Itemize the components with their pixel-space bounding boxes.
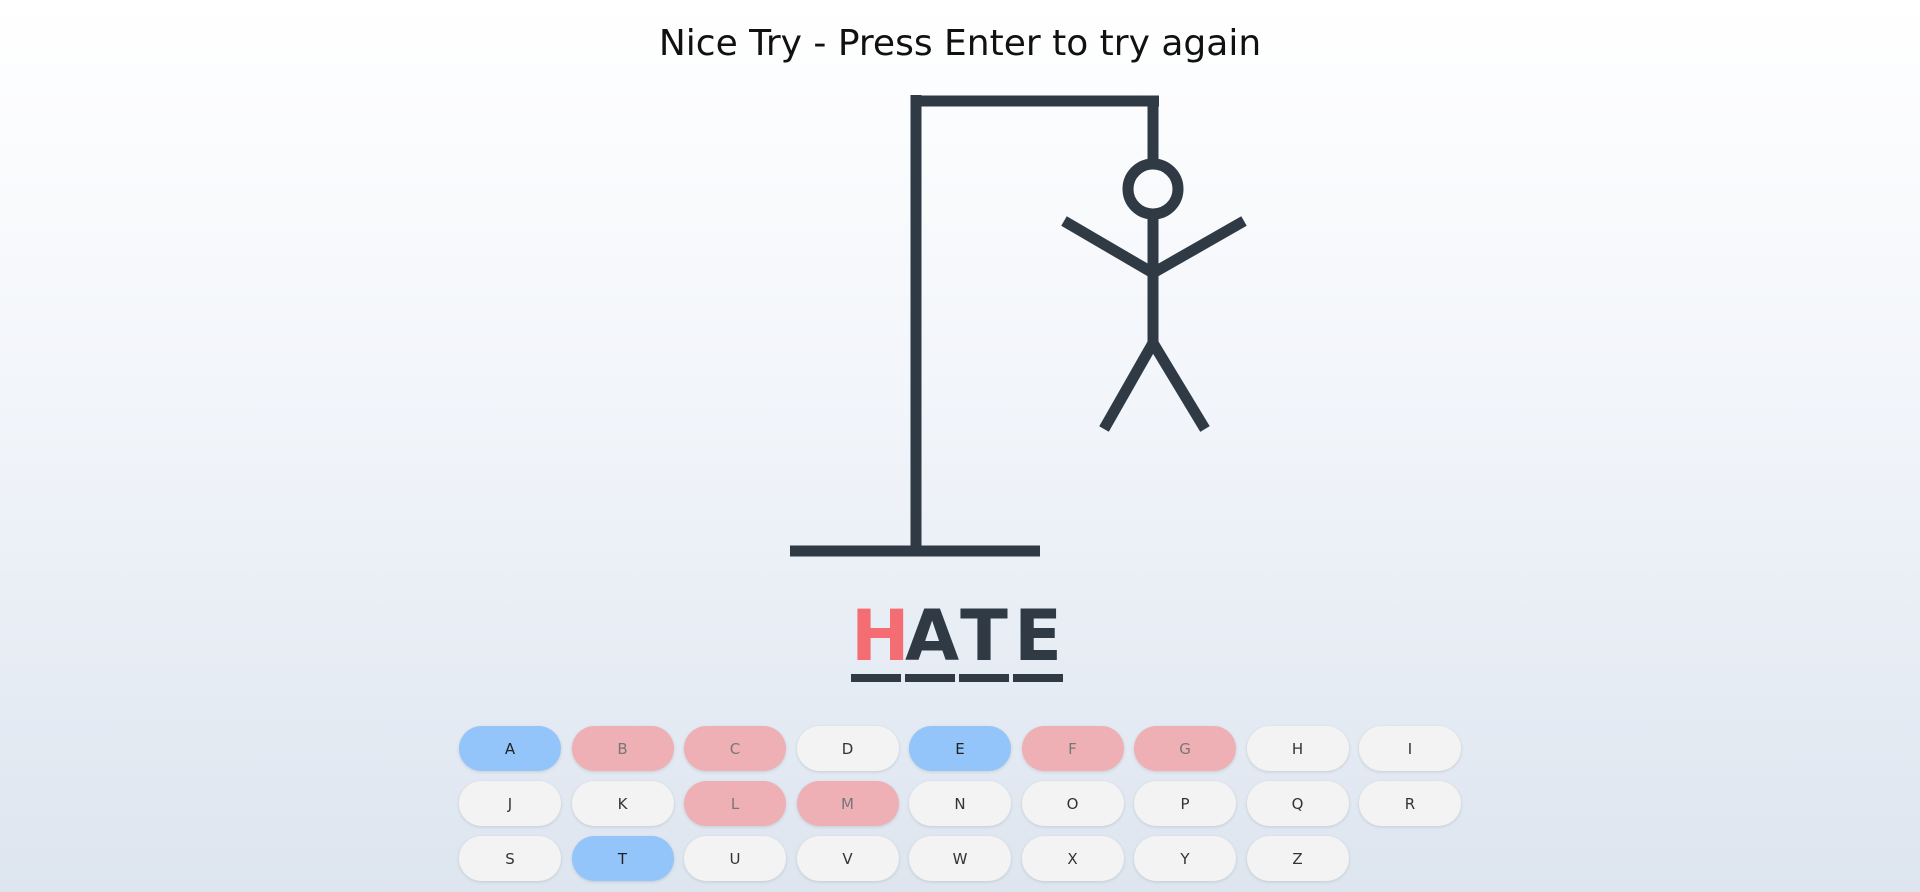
key-p[interactable]: P [1134,781,1236,826]
letter-underline [905,674,955,682]
key-h[interactable]: H [1246,726,1349,771]
key-d[interactable]: D [796,726,899,771]
letter-keyboard: ABCDEFGHI JKLMNOPQR STUVWXYZ [459,726,1469,881]
key-u[interactable]: U [684,836,786,881]
key-w[interactable]: W [909,836,1011,881]
key-v[interactable]: V [796,836,899,881]
word-display: HATE [851,596,1067,688]
key-y[interactable]: Y [1134,836,1236,881]
key-e[interactable]: E [909,726,1011,771]
key-t[interactable]: T [571,836,674,881]
letter-underline [1013,674,1063,682]
letter-underline [851,674,901,682]
key-s[interactable]: S [459,836,561,881]
key-l[interactable]: L [684,781,786,826]
word-letter: E [1014,595,1062,677]
stickman-left-leg [1099,340,1158,432]
word-letter: H [851,595,910,677]
word-letter-slot: H [851,596,910,688]
key-i[interactable]: I [1359,726,1461,771]
key-z[interactable]: Z [1246,836,1349,881]
stickman-head [1122,158,1184,220]
word-letter-slot: T [959,596,1009,688]
stickman-right-leg [1148,340,1210,432]
key-c[interactable]: C [684,726,786,771]
word-letter: A [905,595,960,677]
key-a[interactable]: A [459,726,561,771]
stickman-left-arm [1061,216,1156,278]
word-letter: T [960,595,1008,677]
key-b[interactable]: B [571,726,674,771]
letter-underline [959,674,1009,682]
word-letter-slot: E [1013,596,1063,688]
key-m[interactable]: M [796,781,899,826]
key-r[interactable]: R [1359,781,1461,826]
key-g[interactable]: G [1134,726,1236,771]
key-q[interactable]: Q [1246,781,1349,826]
key-o[interactable]: O [1021,781,1124,826]
stickman-right-arm [1150,216,1247,278]
key-k[interactable]: K [571,781,674,826]
key-x[interactable]: X [1021,836,1124,881]
key-f[interactable]: F [1021,726,1124,771]
word-letter-slot: A [905,596,959,688]
key-j[interactable]: J [459,781,561,826]
key-n[interactable]: N [909,781,1011,826]
